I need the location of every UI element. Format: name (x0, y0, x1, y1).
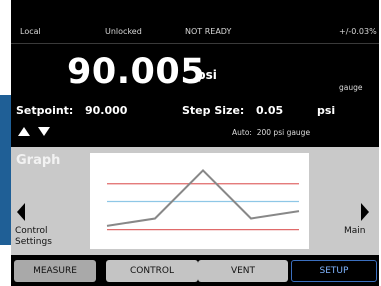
screen: Local Unlocked NOT READY +/-0.03% 90.005… (11, 0, 379, 286)
bottom-tabs: MEASURE CONTROL VENT SETUP (11, 256, 379, 286)
setpoint-label: Setpoint: (16, 104, 74, 117)
increment-arrow-icon[interactable] (18, 127, 30, 136)
tab-control[interactable]: CONTROL (106, 260, 198, 282)
tab-vent[interactable]: VENT (198, 260, 288, 282)
nav-left-line-2: Settings (15, 237, 52, 247)
device: Local Unlocked NOT READY +/-0.03% 90.005… (0, 0, 381, 286)
tab-setup[interactable]: SETUP (291, 260, 377, 282)
step-size-value[interactable]: 0.05 (256, 104, 283, 117)
status-ready: NOT READY (185, 27, 232, 36)
tab-measure[interactable]: MEASURE (14, 260, 96, 282)
auto-label: Auto: (232, 128, 252, 137)
graph-panel: Graph Control Settings Main (11, 147, 379, 255)
nav-right-arrow-icon[interactable] (361, 203, 369, 221)
graph-title: Graph (16, 153, 61, 168)
nav-left-arrow-icon[interactable] (17, 203, 25, 221)
bezel-blue-edge (0, 95, 11, 245)
chart-area (90, 153, 309, 249)
status-lock: Unlocked (105, 27, 142, 36)
pressure-unit: psi (197, 68, 217, 82)
status-divider (11, 43, 379, 44)
pressure-chart (106, 168, 300, 231)
gauge-label: gauge (339, 83, 363, 92)
setpoint-value[interactable]: 90.000 (85, 104, 127, 117)
status-accuracy: +/-0.03% (339, 27, 377, 36)
step-size-label: Step Size: (182, 104, 245, 117)
decrement-arrow-icon[interactable] (38, 127, 50, 136)
auto-value: 200 psi gauge (256, 128, 311, 137)
pressure-reading: 90.005 (67, 52, 206, 92)
auto-range: Auto: 200 psi gauge (232, 128, 310, 137)
nav-main[interactable]: Main (344, 226, 366, 236)
pressure-series-line (106, 168, 300, 227)
status-mode: Local (20, 27, 41, 36)
step-size-unit: psi (317, 104, 336, 117)
nav-control-settings[interactable]: Control Settings (15, 226, 52, 248)
nav-left-line-1: Control (15, 226, 48, 236)
status-bar: Local Unlocked NOT READY +/-0.03% (11, 0, 379, 40)
